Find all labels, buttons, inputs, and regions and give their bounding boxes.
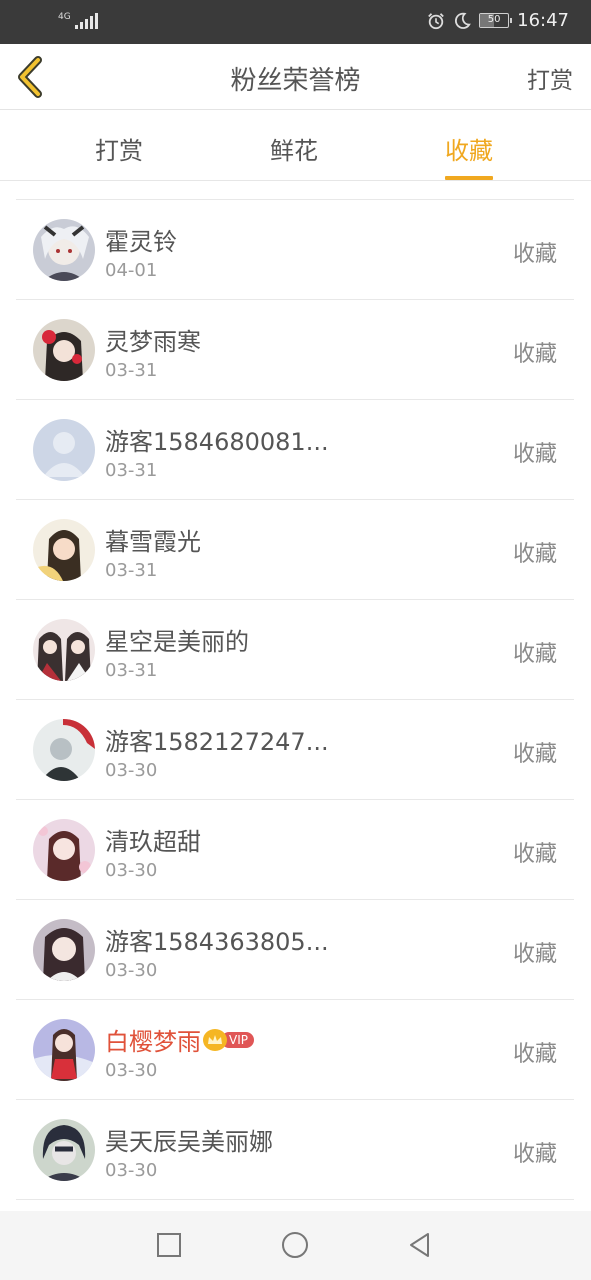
fan-list: 霍灵铃 04-01 收藏 灵梦雨寒 03-31 收藏 游客1584680081.… bbox=[16, 199, 574, 1200]
list-item[interactable]: 游客1582127247... 03-30 收藏 bbox=[16, 700, 574, 800]
system-nav-bar bbox=[0, 1211, 591, 1280]
tab-tip[interactable]: 打赏 bbox=[95, 131, 143, 166]
avatar bbox=[33, 219, 95, 281]
avatar bbox=[33, 419, 95, 481]
favorite-label: 收藏 bbox=[512, 642, 557, 667]
fan-date: 03-30 bbox=[105, 960, 158, 981]
fan-name: 暮雪霞光 bbox=[105, 528, 201, 556]
list-item[interactable]: 白樱梦雨 VIP 03-30 收藏 bbox=[16, 1000, 574, 1100]
favorite-label: 收藏 bbox=[512, 442, 557, 467]
status-bar: 4G 50 16:47 bbox=[0, 0, 591, 44]
tab-flowers[interactable]: 鲜花 bbox=[270, 131, 318, 166]
circle-icon[interactable] bbox=[281, 1231, 309, 1259]
favorite-label: 收藏 bbox=[512, 542, 557, 567]
square-icon[interactable] bbox=[155, 1231, 183, 1259]
favorite-label: 收藏 bbox=[512, 342, 557, 367]
avatar bbox=[33, 519, 95, 581]
active-tab-indicator bbox=[445, 176, 493, 180]
list-item[interactable]: 星空是美丽的 03-31 收藏 bbox=[16, 600, 574, 700]
battery-indicator: 50 bbox=[479, 13, 513, 28]
network-type: 4G bbox=[58, 12, 71, 22]
signal-icon: 4G bbox=[58, 13, 98, 29]
fan-date: 03-31 bbox=[105, 660, 158, 681]
tip-button[interactable]: 打赏 bbox=[527, 61, 573, 95]
fan-date: 04-01 bbox=[105, 260, 158, 281]
avatar bbox=[33, 819, 95, 881]
fan-name: 清玖超甜 bbox=[105, 828, 201, 856]
list-item[interactable]: 灵梦雨寒 03-31 收藏 bbox=[16, 300, 574, 400]
fan-name: 灵梦雨寒 bbox=[105, 328, 201, 356]
avatar bbox=[33, 619, 95, 681]
fan-date: 03-30 bbox=[105, 760, 158, 781]
triangle-back-icon[interactable] bbox=[406, 1231, 434, 1259]
tab-bar: 打赏 鲜花 收藏 bbox=[0, 111, 591, 181]
avatar bbox=[33, 719, 95, 781]
clock: 16:47 bbox=[517, 10, 569, 31]
favorite-label: 收藏 bbox=[512, 942, 557, 967]
fan-name: 星空是美丽的 bbox=[105, 628, 249, 656]
list-item[interactable]: 霍灵铃 04-01 收藏 bbox=[16, 200, 574, 300]
app-header: 粉丝荣誉榜 打赏 bbox=[0, 44, 591, 110]
fan-name: 游客1582127247... bbox=[105, 728, 329, 756]
fan-date: 03-31 bbox=[105, 460, 158, 481]
avatar bbox=[33, 1119, 95, 1181]
fan-name: 霍灵铃 bbox=[105, 228, 177, 256]
fan-name-vip: 白樱梦雨 VIP bbox=[105, 1022, 254, 1057]
avatar bbox=[33, 1019, 95, 1081]
fan-date: 03-30 bbox=[105, 860, 158, 881]
fan-date: 03-30 bbox=[105, 1160, 158, 1181]
list-item[interactable]: 游客1584363805... 03-30 收藏 bbox=[16, 900, 574, 1000]
favorite-label: 收藏 bbox=[512, 242, 557, 267]
fan-date: 03-31 bbox=[105, 360, 158, 381]
list-item[interactable]: 暮雪霞光 03-31 收藏 bbox=[16, 500, 574, 600]
list-item[interactable]: 游客1584680081... 03-31 收藏 bbox=[16, 400, 574, 500]
tab-favorites[interactable]: 收藏 bbox=[445, 131, 493, 180]
fan-date: 03-31 bbox=[105, 560, 158, 581]
fan-date: 03-30 bbox=[105, 1060, 158, 1081]
avatar bbox=[33, 919, 95, 981]
alarm-icon bbox=[428, 12, 444, 29]
fan-name: 游客1584363805... bbox=[105, 928, 329, 956]
avatar bbox=[33, 319, 95, 381]
favorite-label: 收藏 bbox=[512, 1142, 557, 1167]
favorite-label: 收藏 bbox=[512, 842, 557, 867]
crown-icon bbox=[203, 1028, 227, 1051]
page-title: 粉丝荣誉榜 bbox=[230, 66, 361, 96]
fan-name: 游客1584680081... bbox=[105, 428, 329, 456]
list-item[interactable]: 清玖超甜 03-30 收藏 bbox=[16, 800, 574, 900]
list-item[interactable]: 昊天辰吴美丽娜 03-30 收藏 bbox=[16, 1100, 574, 1200]
moon-icon bbox=[455, 12, 471, 29]
favorite-label: 收藏 bbox=[512, 1042, 557, 1067]
fan-name: 昊天辰吴美丽娜 bbox=[105, 1128, 273, 1156]
favorite-label: 收藏 bbox=[512, 742, 557, 767]
